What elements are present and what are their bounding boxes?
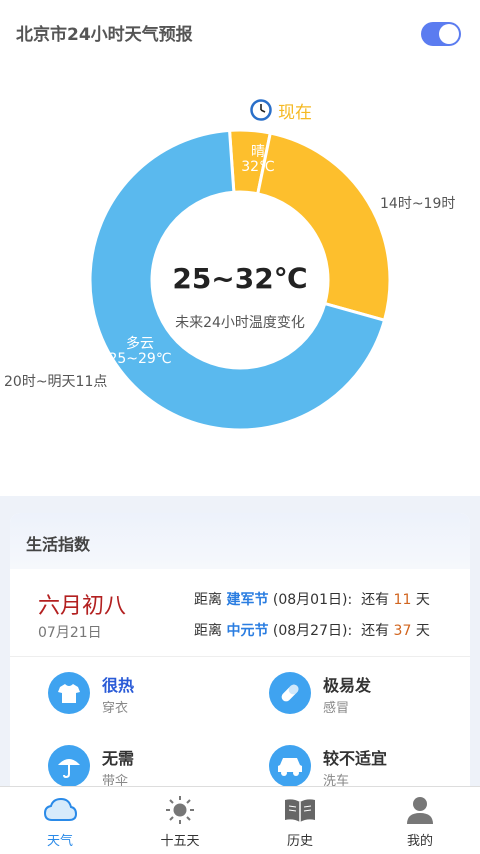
festival-row: 距离 建军节 (08月01日): 还有 11 天 bbox=[194, 592, 430, 608]
card-title: 生活指数 bbox=[26, 535, 91, 554]
temperature-range: 25~32℃ bbox=[172, 262, 308, 295]
toggle-knob bbox=[439, 24, 459, 44]
segment-cloudy-time: 20时~明天11点 bbox=[4, 374, 108, 390]
index-label: 感冒 bbox=[323, 701, 350, 716]
festival-days: 11 bbox=[393, 592, 412, 608]
tab-label: 我的 bbox=[406, 834, 433, 849]
display-toggle[interactable] bbox=[421, 22, 461, 46]
header: 北京市24小时天气预报 bbox=[0, 0, 480, 64]
divider bbox=[10, 656, 470, 657]
page-title: 北京市24小时天气预报 bbox=[16, 25, 193, 45]
tab-history[interactable]: 历史 bbox=[240, 787, 360, 854]
index-label: 洗车 bbox=[323, 774, 350, 786]
user-icon bbox=[402, 795, 438, 825]
life-index-card: 生活指数 六月初八 07月21日 距离 建军节 (08月01日): 还有 11 … bbox=[10, 513, 470, 786]
umbrella-icon bbox=[48, 745, 90, 786]
segment-cloudy-temp: 25~29℃ bbox=[108, 351, 172, 367]
lunar-date: 六月初八 bbox=[38, 594, 127, 619]
temperature-caption: 未来24小时温度变化 bbox=[175, 315, 305, 331]
tab-fifteen-days[interactable]: 十五天 bbox=[120, 787, 240, 854]
sun-icon bbox=[162, 795, 198, 825]
segment-now-weather: 晴 bbox=[251, 144, 265, 160]
index-value: 极易发 bbox=[323, 676, 372, 695]
book-icon bbox=[282, 795, 318, 825]
segment-cloudy-weather: 多云 bbox=[126, 336, 154, 352]
festival-days: 37 bbox=[393, 623, 412, 639]
tab-mine[interactable]: 我的 bbox=[360, 787, 480, 854]
festival-name[interactable]: 建军节 bbox=[226, 592, 268, 608]
segment-sunny-time: 14时~19时 bbox=[380, 196, 456, 212]
index-label: 带伞 bbox=[102, 774, 129, 786]
bottom-tab-bar: 天气 十五天 历史 我的 bbox=[0, 786, 480, 854]
shirt-icon bbox=[48, 672, 90, 714]
index-value: 无需 bbox=[102, 749, 135, 768]
car-icon bbox=[269, 745, 311, 786]
now-indicator: 现在 bbox=[250, 97, 312, 123]
cloud-icon bbox=[42, 795, 78, 825]
festival-name[interactable]: 中元节 bbox=[226, 623, 268, 639]
festival-row: 距离 中元节 (08月27日): 还有 37 天 bbox=[194, 623, 430, 639]
pill-icon bbox=[269, 672, 311, 714]
tab-label: 十五天 bbox=[160, 834, 200, 849]
index-label: 穿衣 bbox=[102, 701, 129, 716]
index-value: 较不适宜 bbox=[323, 749, 388, 768]
index-value: 很热 bbox=[102, 676, 135, 695]
tab-label: 天气 bbox=[46, 834, 73, 849]
tab-weather[interactable]: 天气 bbox=[0, 787, 120, 854]
solar-date: 07月21日 bbox=[38, 625, 102, 641]
tab-label: 历史 bbox=[286, 834, 313, 849]
card-header: 生活指数 bbox=[10, 513, 470, 569]
clock-icon bbox=[250, 99, 272, 121]
now-label: 现在 bbox=[278, 102, 312, 123]
segment-now-temp: 32℃ bbox=[241, 159, 275, 175]
